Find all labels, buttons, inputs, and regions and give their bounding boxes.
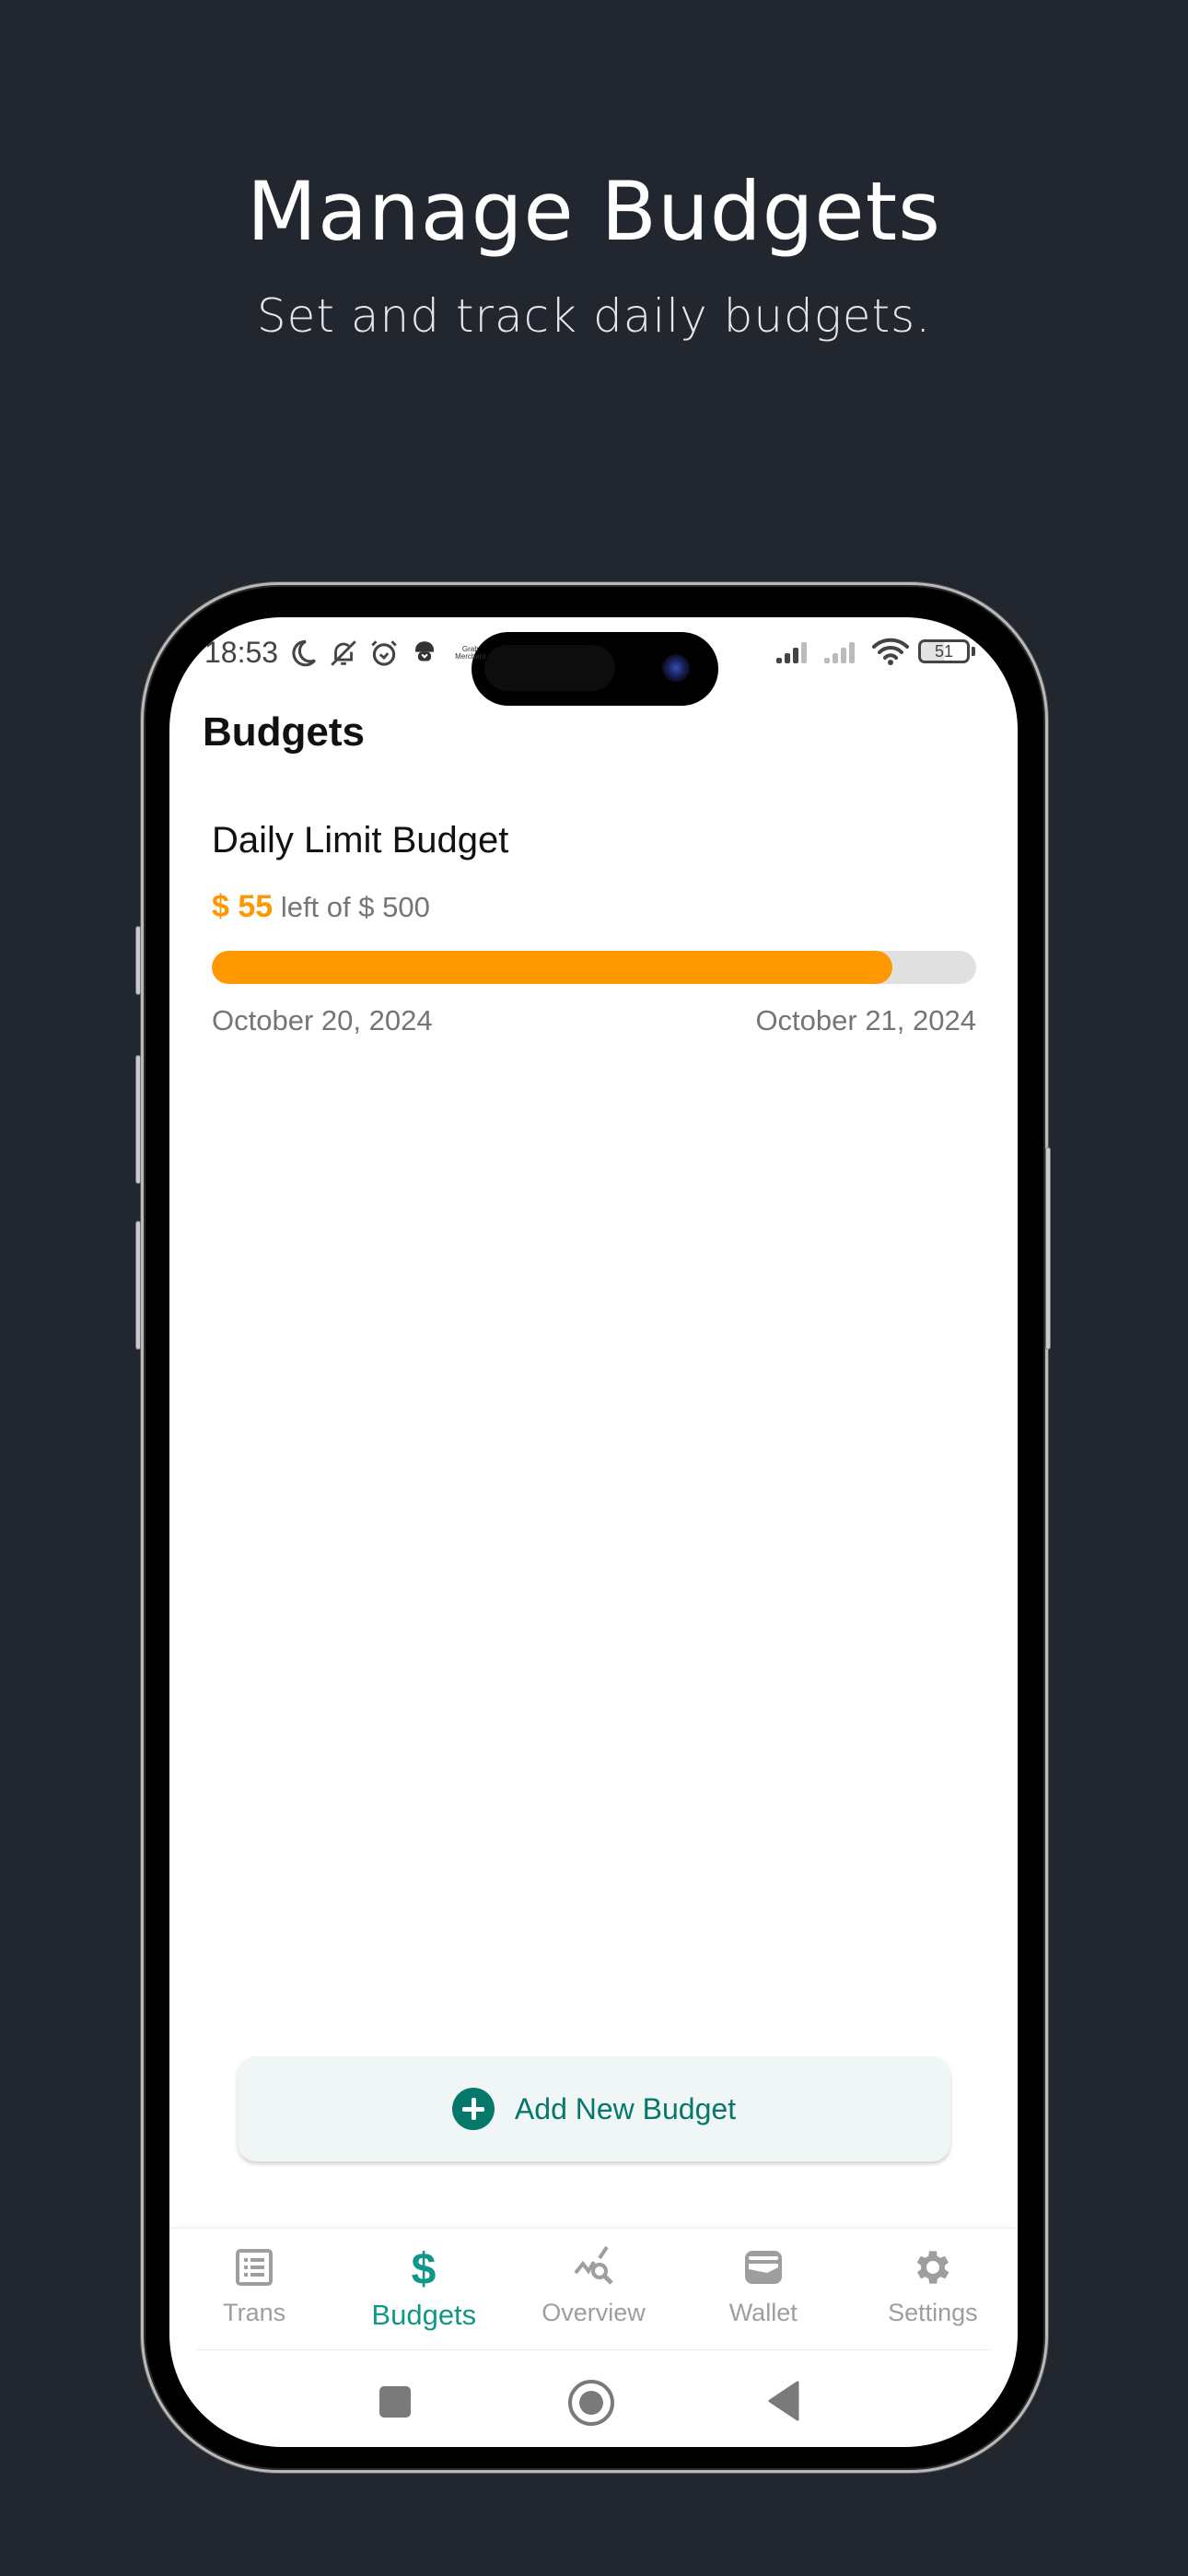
list-icon xyxy=(236,2249,274,2286)
island-sensor xyxy=(484,645,615,691)
dynamic-island xyxy=(472,632,718,706)
grab-label-line2: Merchant xyxy=(455,651,486,661)
promo-title: Manage Budgets xyxy=(247,164,941,259)
moon-icon xyxy=(292,639,317,666)
budget-card[interactable]: Daily Limit Budget $ 55 left of $ 500 Oc… xyxy=(212,820,976,1037)
budget-left-amount: $ 55 xyxy=(212,889,274,924)
nav-label-trans: Trans xyxy=(223,2299,286,2326)
budget-dates: October 20, 2024 October 21, 2024 xyxy=(212,1004,976,1037)
phone-power-button xyxy=(1045,1147,1051,1350)
home-button[interactable] xyxy=(567,2379,615,2427)
phone-volume-up-button xyxy=(135,1055,141,1184)
page-title: Budgets xyxy=(203,709,365,755)
battery-icon: 51 xyxy=(918,639,975,663)
status-time: 18:53 xyxy=(204,636,279,669)
promo-subtitle: Set and track daily budgets. xyxy=(256,289,932,343)
nav-item-trans[interactable]: Trans xyxy=(169,2229,339,2348)
signal-icon xyxy=(776,642,807,663)
budget-progress-bar xyxy=(212,951,976,984)
nav-label-settings: Settings xyxy=(888,2299,978,2326)
signal-weak-icon xyxy=(824,642,855,663)
svg-text:$: $ xyxy=(412,2245,437,2289)
nav-item-settings[interactable]: Settings xyxy=(848,2229,1018,2348)
phone-screen: 18:53 Grab Merchant 51 Budgets Daily Lim… xyxy=(169,617,1018,2447)
phone-action-button xyxy=(135,926,141,995)
grab-merchant-label: Grab Merchant xyxy=(455,645,486,661)
budget-progress-fill xyxy=(212,951,892,984)
nav-item-budgets[interactable]: $ Budgets xyxy=(339,2229,508,2348)
recents-button[interactable] xyxy=(378,2384,413,2419)
battery-level: 51 xyxy=(934,642,954,661)
status-bar-right: 51 xyxy=(776,638,975,665)
nav-label-wallet: Wallet xyxy=(728,2299,798,2326)
budget-total-text: left of $ 500 xyxy=(280,891,430,923)
alarm-icon xyxy=(371,639,397,666)
phone-volume-down-button xyxy=(135,1221,141,1350)
system-navigation-bar xyxy=(169,2368,1018,2432)
budget-name: Daily Limit Budget xyxy=(212,820,509,861)
nav-label-budgets: Budgets xyxy=(371,2299,477,2331)
back-button[interactable] xyxy=(766,2381,801,2421)
budget-end-date: October 21, 2024 xyxy=(755,1004,976,1036)
wallet-icon xyxy=(744,2251,782,2284)
status-bar-left: 18:53 Grab Merchant xyxy=(204,636,485,670)
grab-app-icon xyxy=(415,640,434,661)
dollar-icon: $ xyxy=(412,2245,437,2289)
wifi-icon xyxy=(872,638,909,665)
add-new-budget-button[interactable]: Add New Budget xyxy=(238,2056,950,2161)
budget-amount: $ 55 left of $ 500 xyxy=(212,889,976,925)
bell-off-icon xyxy=(331,639,356,666)
plus-circle-icon xyxy=(451,2088,495,2130)
gear-icon xyxy=(916,2251,949,2284)
bottom-nav: Trans $ Budgets Overview Wallet Settings xyxy=(169,2228,1018,2348)
budget-start-date: October 20, 2024 xyxy=(212,1004,433,1036)
camera-icon xyxy=(662,654,690,682)
chart-search-icon xyxy=(573,2245,613,2285)
nav-item-overview[interactable]: Overview xyxy=(508,2229,678,2348)
nav-label-overview: Overview xyxy=(542,2299,646,2326)
add-new-budget-label: Add New Budget xyxy=(514,2091,737,2125)
nav-item-wallet[interactable]: Wallet xyxy=(679,2229,848,2348)
system-nav-divider xyxy=(197,2349,990,2350)
